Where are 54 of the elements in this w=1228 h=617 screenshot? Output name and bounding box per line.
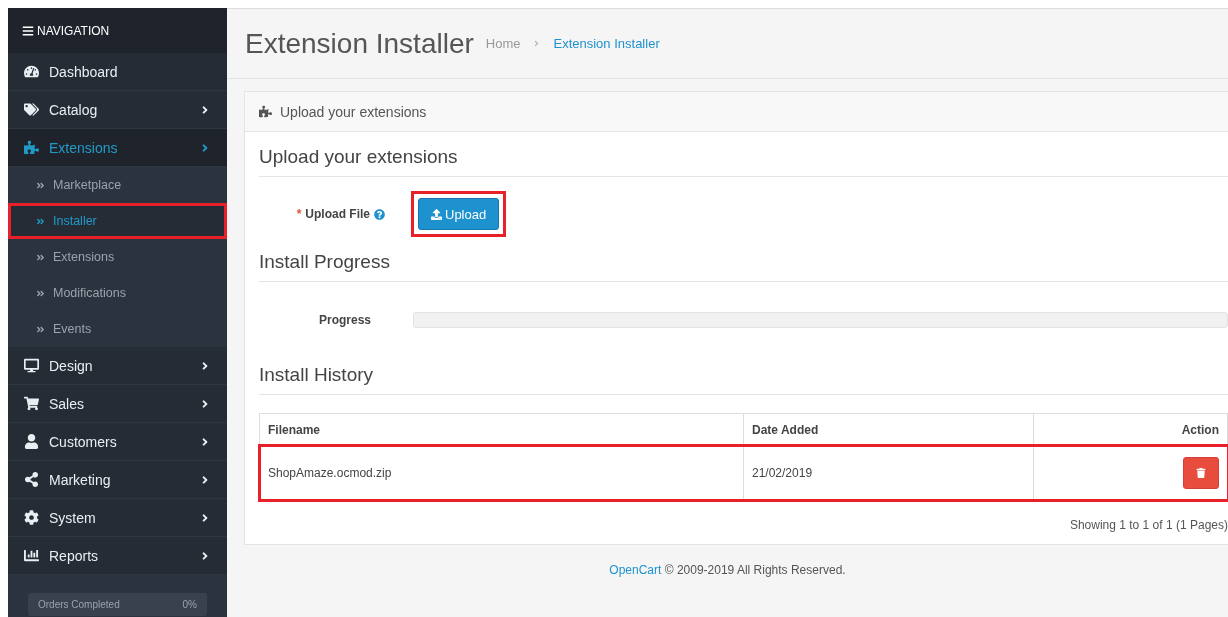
- pagination-text: Showing 1 to 1 of 1 (1 Pages): [1068, 518, 1228, 532]
- field-label: Upload File: [305, 207, 370, 221]
- upload-button[interactable]: Upload: [418, 198, 500, 230]
- navigation-title: NAVIGATION: [37, 23, 110, 38]
- stat-value: 0%: [182, 599, 197, 610]
- field-label: Progress: [318, 313, 371, 327]
- sidebar-item[interactable]: Extensions: [8, 129, 227, 167]
- panel-title: Upload your extensions: [280, 103, 427, 120]
- monitor-icon: [24, 358, 39, 373]
- double-chevron-icon: [36, 324, 45, 334]
- sidebar-item[interactable]: Sales: [8, 385, 227, 423]
- footer-link[interactable]: OpenCart: [609, 563, 662, 577]
- sidebar-item[interactable]: System: [8, 499, 227, 537]
- delete-button[interactable]: [1183, 456, 1219, 489]
- breadcrumb-link[interactable]: Home: [485, 36, 521, 51]
- sidebar-item[interactable]: Design: [8, 347, 227, 385]
- tags-icon: [24, 102, 39, 117]
- sidebar-item[interactable]: Customers: [8, 423, 227, 461]
- trash-icon: [1196, 467, 1206, 478]
- double-chevron-icon: [36, 180, 45, 190]
- sidebar-item[interactable]: Catalog: [8, 91, 227, 129]
- dashboard-icon: [24, 64, 39, 79]
- stat-label: Orders Completed: [38, 599, 120, 610]
- user-icon: [24, 434, 39, 449]
- submenu-item[interactable]: Extensions: [8, 239, 227, 275]
- submenu-item[interactable]: Installer: [8, 203, 227, 239]
- submenu-item[interactable]: Marketplace: [8, 167, 227, 203]
- puzzle-icon: [24, 140, 39, 155]
- column-header: Action: [1033, 413, 1228, 446]
- column-header: Filename: [259, 413, 744, 446]
- section-heading: Upload your extensions: [259, 146, 1228, 177]
- share-icon: [24, 472, 39, 487]
- help-icon[interactable]: [374, 208, 385, 220]
- sidebar-item[interactable]: Marketing: [8, 461, 227, 499]
- required-mark: *: [296, 207, 302, 221]
- upload-icon: [431, 208, 442, 220]
- double-chevron-icon: [36, 288, 45, 298]
- settings-icon: [24, 510, 39, 525]
- menu-icon: [22, 24, 34, 37]
- section-heading: Install Progress: [259, 251, 1228, 282]
- bar-chart-icon: [24, 548, 39, 563]
- section-heading: Install History: [259, 364, 1228, 395]
- submenu-item[interactable]: Events: [8, 311, 227, 347]
- footer-text: OpenCart © 2009-2019 All Rights Reserved.: [608, 562, 847, 579]
- page-title: Extension Installer: [245, 27, 474, 60]
- double-chevron-icon: [36, 216, 45, 226]
- column-header: Date Added: [743, 413, 1034, 446]
- puzzle-icon: [259, 105, 272, 118]
- sidebar-item[interactable]: Reports: [8, 537, 227, 575]
- double-chevron-icon: [36, 252, 45, 262]
- submenu-item[interactable]: Modifications: [8, 275, 227, 311]
- cart-icon: [24, 396, 39, 411]
- sidebar-item[interactable]: Dashboard: [8, 53, 227, 91]
- breadcrumb-link[interactable]: Extension Installer: [553, 36, 660, 51]
